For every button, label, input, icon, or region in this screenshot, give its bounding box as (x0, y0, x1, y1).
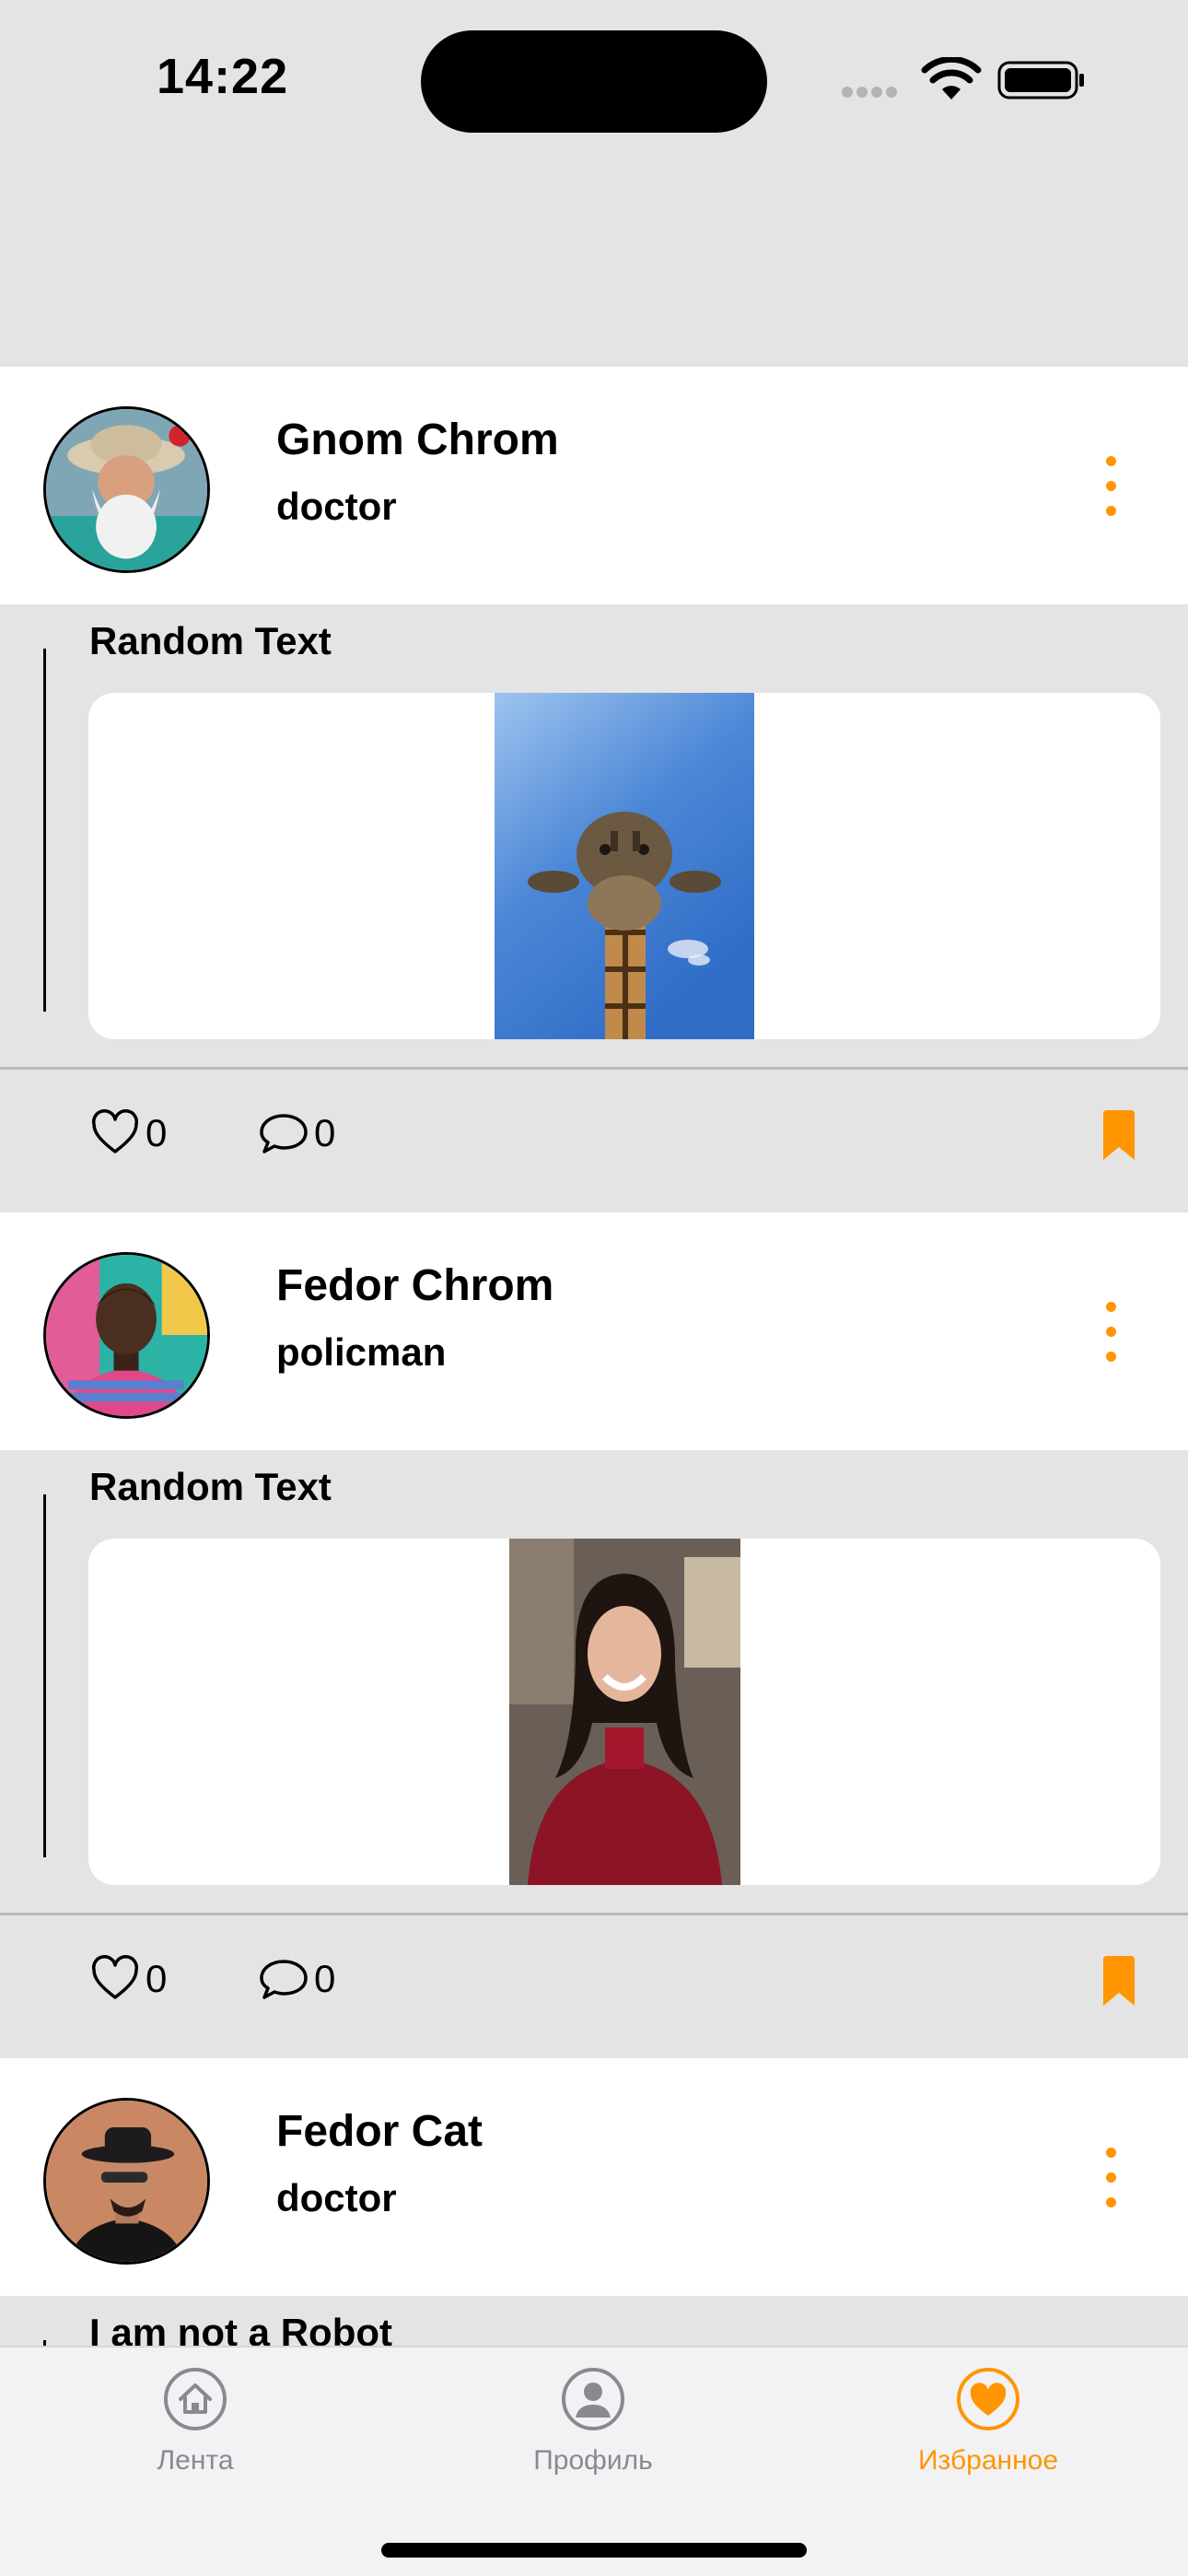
heart-icon (957, 2368, 1019, 2430)
quote-line (43, 1494, 46, 1857)
tab-favorites[interactable]: Избранное (878, 2366, 1099, 2476)
person-icon (562, 2368, 624, 2430)
more-options-icon[interactable] (1096, 1302, 1125, 1363)
author-name: Gnom Chrom (276, 416, 559, 464)
home-indicator[interactable] (381, 2543, 807, 2558)
comment-button[interactable]: 0 (259, 1108, 335, 1158)
tab-feed[interactable]: Лента (85, 2366, 306, 2476)
post-actions: 0 0 (0, 1913, 1188, 2058)
tab-bar: Лента Профиль Избранное (0, 2346, 1188, 2576)
post-card: Fedor Chrom policman Random Text 0 0 (0, 1212, 1188, 2058)
tab-feed-label: Лента (157, 2445, 234, 2476)
more-options-icon[interactable] (1096, 456, 1125, 517)
comment-button[interactable]: 0 (259, 1954, 335, 2004)
wifi-icon (921, 57, 982, 100)
post-actions: 0 0 (0, 1067, 1188, 1212)
comment-icon (260, 1960, 308, 1999)
image-card[interactable] (88, 1539, 1160, 1885)
author-avatar[interactable] (43, 406, 210, 573)
smiling-woman-photo (509, 1539, 740, 1885)
tab-favorites-label: Избранное (917, 2445, 1059, 2476)
post-title: Random Text (89, 619, 332, 662)
cellular-signal-icon (842, 86, 901, 102)
bookmark-icon[interactable] (1101, 1956, 1136, 2008)
tab-profile-label: Профиль (533, 2445, 653, 2476)
author-avatar[interactable] (43, 1252, 210, 1419)
post-header[interactable]: Fedor Chrom policman (0, 1212, 1188, 1450)
battery-icon (997, 61, 1084, 100)
comments-count: 0 (314, 1111, 336, 1154)
hat-man-avatar (46, 2101, 207, 2262)
post-card: Gnom Chrom doctor Random Text 0 0 (0, 367, 1188, 1212)
post-body[interactable]: I am not a Robot (0, 2296, 1188, 2351)
author-job: doctor (276, 485, 397, 528)
image-card[interactable] (88, 693, 1160, 1039)
status-time: 14:22 (157, 49, 289, 104)
author-name: Fedor Cat (276, 2107, 483, 2156)
post-body[interactable]: Random Text (0, 604, 1188, 1067)
likes-count: 0 (146, 1957, 168, 2000)
author-job: doctor (276, 2176, 397, 2219)
post-header[interactable]: Fedor Cat doctor (0, 2058, 1188, 2296)
tab-profile[interactable]: Профиль (483, 2366, 704, 2476)
comment-icon (260, 1114, 308, 1153)
post-card: Fedor Cat doctor I am not a Robot (0, 2058, 1188, 2351)
home-icon (164, 2368, 227, 2430)
like-button[interactable]: 0 (90, 1954, 167, 2004)
author-avatar[interactable] (43, 2098, 210, 2265)
post-title: Random Text (89, 1465, 332, 1508)
giraffe-photo (495, 693, 754, 1039)
dynamic-island (421, 30, 767, 133)
feed-list[interactable]: Gnom Chrom doctor Random Text 0 0 Fedor … (0, 367, 1188, 2351)
author-job: policman (276, 1330, 447, 1374)
likes-count: 0 (146, 1111, 168, 1154)
author-name: Fedor Chrom (276, 1261, 554, 1310)
heart-icon (91, 1955, 139, 1999)
heart-icon (91, 1109, 139, 1153)
man-avatar (46, 1255, 207, 1416)
comments-count: 0 (314, 1957, 336, 2000)
like-button[interactable]: 0 (90, 1108, 167, 1158)
more-options-icon[interactable] (1096, 2148, 1125, 2208)
bookmark-icon[interactable] (1101, 1110, 1136, 1162)
post-header[interactable]: Gnom Chrom doctor (0, 367, 1188, 604)
quote-line (43, 649, 46, 1012)
post-body[interactable]: Random Text (0, 1450, 1188, 1913)
bearded-man-avatar (46, 409, 207, 570)
